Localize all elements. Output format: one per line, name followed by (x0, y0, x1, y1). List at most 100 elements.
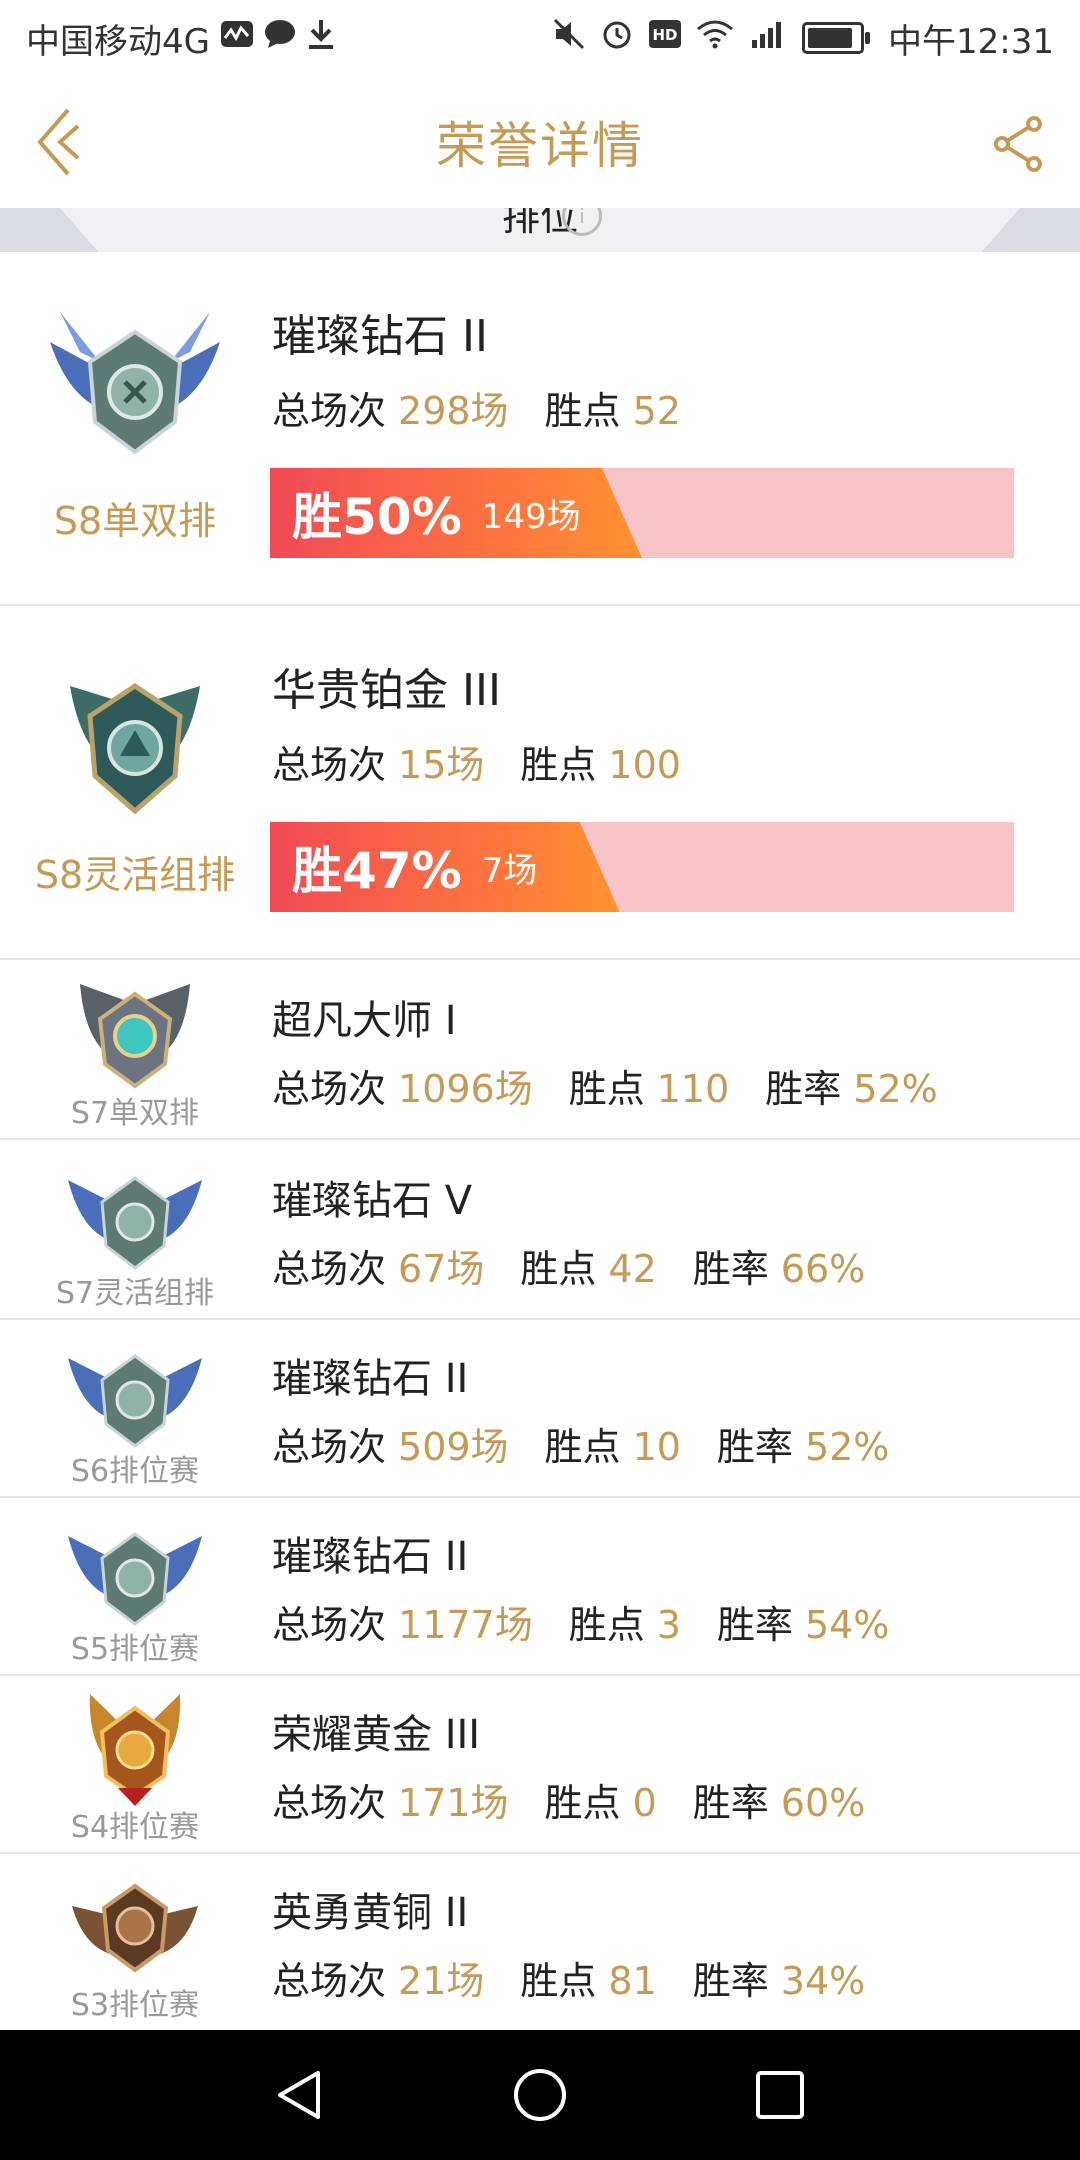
history-row: S3排位赛 英勇黄铜 II 总场次 21场 胜点 81 胜率 34% (0, 1852, 1080, 2030)
win-points-label: 胜点 (568, 1067, 645, 1111)
nav-back-icon (278, 2071, 320, 2119)
share-icon (994, 116, 1042, 172)
win-points-label: 胜点 (544, 1781, 621, 1825)
total-games-label: 总场次 (272, 1425, 387, 1469)
history-row: S6排位赛 璀璨钻石 II 总场次 509场 胜点 10 胜率 52% (0, 1318, 1080, 1498)
back-button[interactable] (34, 102, 94, 182)
nav-recents-icon (756, 2071, 804, 2119)
season-stats: 总场次 1177场 胜点 3 胜率 54% (272, 1594, 889, 1649)
win-points-value: 100 (608, 743, 681, 787)
diamond-emblem-icon (40, 292, 230, 472)
total-games-label: 总场次 (272, 1959, 387, 2003)
win-points-value: 3 (656, 1603, 681, 1647)
total-games-label: 总场次 (272, 1781, 387, 1825)
total-games-label: 总场次 (272, 1247, 387, 1291)
win-points-label: 胜点 (520, 1247, 597, 1291)
rank-name: 璀璨钻石 V (272, 1178, 473, 1224)
message-icon (264, 19, 296, 57)
history-row: S7灵活组排 璀璨钻石 V 总场次 67场 胜点 42 胜率 66% (0, 1140, 1080, 1320)
win-points-label: 胜点 (544, 1425, 621, 1469)
rank-name: 璀璨钻石 II (272, 1356, 469, 1402)
total-games-value: 509场 (398, 1425, 509, 1469)
tab-ranked-label: 排位 (501, 208, 578, 239)
total-games-value: 1096场 (398, 1067, 533, 1111)
win-points-label: 胜点 (520, 743, 597, 787)
history-row: S4排位赛 荣耀黄金 III 总场次 171场 胜点 0 胜率 60% (0, 1674, 1080, 1854)
win-rate-label: 胜率 (692, 1959, 769, 2003)
rank-name: 超凡大师 I (272, 998, 457, 1044)
season-label: S7单双排 (70, 1096, 200, 1131)
bronze-emblem-icon (60, 1866, 210, 1984)
total-games-value: 15场 (398, 743, 485, 787)
nav-recents-button[interactable] (750, 2065, 810, 2125)
share-button[interactable] (990, 114, 1050, 174)
battery-icon (802, 22, 871, 54)
season-label: S3排位赛 (70, 1988, 200, 2023)
win-rate-value: 52% (853, 1067, 938, 1111)
system-nav-bar (0, 2030, 1080, 2160)
activity-icon (220, 20, 254, 56)
total-games-value: 67场 (398, 1247, 485, 1291)
win-points-value: 110 (656, 1067, 730, 1111)
history-row: S5排位赛 璀璨钻石 II 总场次 1177场 胜点 3 胜率 54% (0, 1496, 1080, 1676)
win-points-value: 0 (632, 1781, 657, 1825)
download-icon (306, 18, 336, 58)
carrier-label: 中国移动4G (26, 21, 210, 62)
alarm-icon (600, 17, 634, 59)
total-games-label: 总场次 (272, 743, 387, 787)
season-card: S8单双排 璀璨钻石 II 总场次 298场 胜点 52 胜50% 149场 (0, 252, 1080, 606)
win-rate-label: 胜率 (692, 1247, 769, 1291)
gold-emblem-icon (60, 1688, 210, 1806)
win-points-value: 81 (608, 1959, 657, 2003)
total-games-value: 171场 (398, 1781, 509, 1825)
nav-home-button[interactable] (510, 2065, 570, 2125)
master-emblem-icon (60, 974, 210, 1092)
season-label: S4排位赛 (70, 1810, 200, 1845)
signal-icon (748, 18, 788, 58)
season-label: S8灵活组排 (34, 853, 236, 897)
season-label: S6排位赛 (70, 1454, 200, 1489)
nav-back-button[interactable] (270, 2065, 330, 2125)
total-games-label: 总场次 (272, 1067, 387, 1111)
wins-count: 149场 (481, 496, 581, 537)
nav-home-icon (514, 2069, 566, 2121)
win-points-label: 胜点 (520, 1959, 597, 2003)
win-rate-value: 34% (780, 1959, 866, 2003)
win-points-label: 胜点 (568, 1603, 645, 1647)
total-games-value: 1177场 (398, 1603, 533, 1647)
win-points-value: 52 (632, 389, 681, 433)
total-games-label: 总场次 (272, 1603, 387, 1647)
total-games-value: 21场 (398, 1959, 485, 2003)
total-games-label: 总场次 (272, 389, 387, 433)
win-rate-value: 54% (804, 1603, 890, 1647)
history-row: S7单双排 超凡大师 I 总场次 1096场 胜点 110 胜率 52% (0, 960, 1080, 1140)
win-rate-text: 胜47% (292, 842, 462, 900)
win-rate-label: 胜率 (765, 1067, 842, 1111)
season-stats: 总场次 15场 胜点 100 (272, 734, 681, 789)
season-stats: 总场次 298场 胜点 52 (272, 380, 681, 435)
season-card: S8灵活组排 华贵铂金 III 总场次 15场 胜点 100 胜47% 7场 (0, 606, 1080, 960)
rank-name: 华贵铂金 III (272, 665, 501, 716)
win-rate-label: 胜率 (692, 1781, 769, 1825)
win-points-label: 胜点 (544, 389, 621, 433)
wifi-icon (696, 19, 734, 57)
diamond-emblem-icon (60, 1510, 210, 1628)
win-rate-value: 60% (780, 1781, 866, 1825)
tab-ranked[interactable]: 排位 i (0, 208, 1080, 252)
hd-icon: HD (648, 19, 682, 57)
app-header: 荣誉详情 (0, 76, 1080, 209)
win-rate-value: 66% (780, 1247, 866, 1291)
platinum-emblem-icon (40, 646, 230, 826)
win-rate-label: 胜率 (716, 1425, 793, 1469)
win-points-value: 42 (608, 1247, 657, 1291)
wins-count: 7场 (481, 850, 538, 891)
season-label: S8单双排 (53, 499, 217, 543)
back-arrow-icon (37, 108, 80, 176)
season-stats: 总场次 171场 胜点 0 胜率 60% (272, 1772, 865, 1827)
win-rate-label: 胜率 (716, 1603, 793, 1647)
rank-name: 璀璨钻石 II (272, 311, 488, 362)
win-rate-bar: 胜50% 149场 (270, 468, 1014, 558)
svg-text:HD: HD (653, 26, 678, 44)
season-label: S7灵活组排 (55, 1276, 215, 1311)
diamond-emblem-icon (60, 1154, 210, 1272)
